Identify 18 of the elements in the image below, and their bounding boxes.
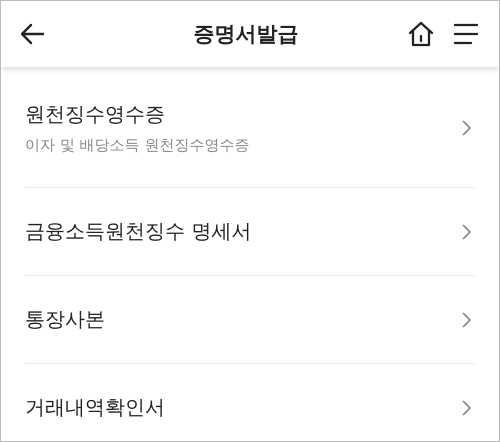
certificate-list-item[interactable]: 통장사본 — [25, 276, 475, 364]
item-subtitle: 이자 및 배당소득 원천징수영수증 — [25, 136, 250, 155]
chevron-right-icon — [462, 312, 471, 328]
chevron-right-icon — [462, 400, 471, 416]
item-title: 금융소득원천징수 명세서 — [25, 218, 252, 245]
chevron-right-icon — [462, 224, 471, 240]
menu-icon — [453, 23, 479, 45]
certificate-list-item[interactable]: 원천징수영수증 이자 및 배당소득 원천징수영수증 — [25, 67, 475, 188]
certificate-list-item[interactable]: 거래내역확인서 — [25, 364, 475, 441]
page-title: 증명서발급 — [192, 21, 300, 48]
item-title: 거래내역확인서 — [25, 394, 165, 421]
chevron-right-icon — [462, 120, 471, 136]
menu-button[interactable] — [451, 21, 481, 47]
home-icon — [407, 21, 435, 47]
item-title: 통장사본 — [25, 306, 105, 333]
item-title: 원천징수영수증 — [25, 101, 166, 128]
certificate-list-item[interactable]: 금융소득원천징수 명세서 — [25, 188, 475, 276]
back-arrow-icon — [19, 23, 45, 45]
